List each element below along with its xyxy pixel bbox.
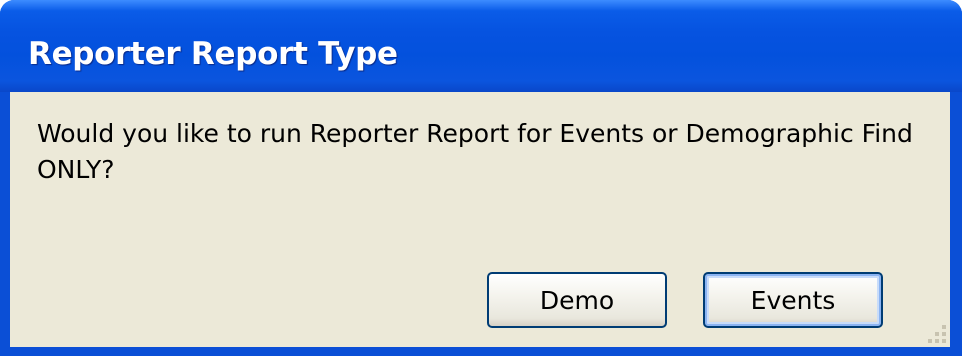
dialog-message: Would you like to run Reporter Report fo…	[37, 119, 913, 184]
size-grip-icon[interactable]	[924, 321, 946, 343]
dialog-title: Reporter Report Type	[28, 36, 398, 72]
events-button[interactable]: Events	[703, 272, 883, 328]
title-bar[interactable]: Reporter Report Type	[0, 0, 962, 92]
demo-button[interactable]: Demo	[487, 272, 667, 328]
dialog-body: Would you like to run Reporter Report fo…	[10, 92, 950, 347]
dialog-window: Reporter Report Type Would you like to r…	[0, 0, 962, 356]
